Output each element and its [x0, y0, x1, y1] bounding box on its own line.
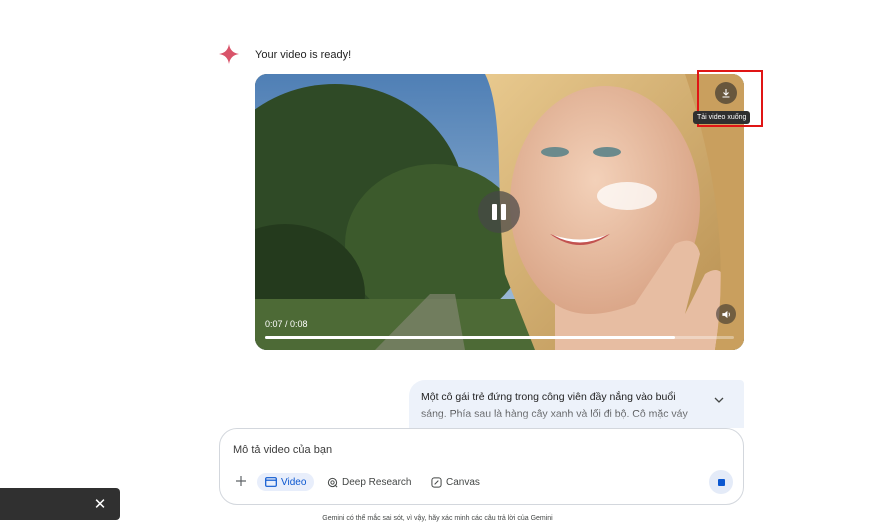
- deep-research-chip[interactable]: Deep Research: [327, 473, 411, 491]
- footer-disclaimer: Gemini có thể mắc sai sót, vì vậy, hãy x…: [322, 515, 553, 522]
- response-status-text: Your video is ready!: [255, 49, 352, 61]
- pause-button[interactable]: [478, 191, 520, 233]
- prompt-composer: Video Deep Research Canvas: [219, 428, 744, 505]
- video-tool-label: Video: [281, 476, 307, 488]
- plus-icon[interactable]: [233, 473, 249, 489]
- user-prompt-bubble: Một cô gái trẻ đứng trong công viên đầy …: [409, 380, 744, 428]
- video-progress-fill: [265, 336, 676, 339]
- deep-research-label: Deep Research: [342, 476, 412, 488]
- download-tooltip: Tải video xuống: [693, 111, 751, 124]
- canvas-icon: [431, 476, 442, 488]
- stop-generation-button[interactable]: [709, 470, 733, 494]
- canvas-chip[interactable]: Canvas: [431, 473, 480, 491]
- stop-icon: [717, 478, 725, 486]
- snackbar: ✕: [0, 488, 120, 520]
- deep-research-icon: [327, 477, 338, 487]
- chevron-down-icon[interactable]: [713, 395, 725, 405]
- close-icon[interactable]: ✕: [92, 496, 108, 512]
- video-icon: [265, 477, 277, 487]
- volume-button[interactable]: [716, 304, 736, 324]
- video-player[interactable]: 0:07 / 0:08: [255, 74, 744, 350]
- download-icon: [722, 89, 730, 98]
- canvas-label: Canvas: [446, 476, 480, 488]
- download-video-button[interactable]: [715, 82, 737, 104]
- gemini-sparkle-icon: [219, 44, 239, 64]
- video-tool-chip[interactable]: Video: [257, 473, 315, 491]
- video-timestamp: 0:07 / 0:08: [265, 319, 308, 329]
- pause-icon: [490, 204, 508, 220]
- video-progress-bar[interactable]: [265, 336, 734, 339]
- prompt-input[interactable]: [233, 441, 673, 459]
- volume-icon: [721, 310, 730, 318]
